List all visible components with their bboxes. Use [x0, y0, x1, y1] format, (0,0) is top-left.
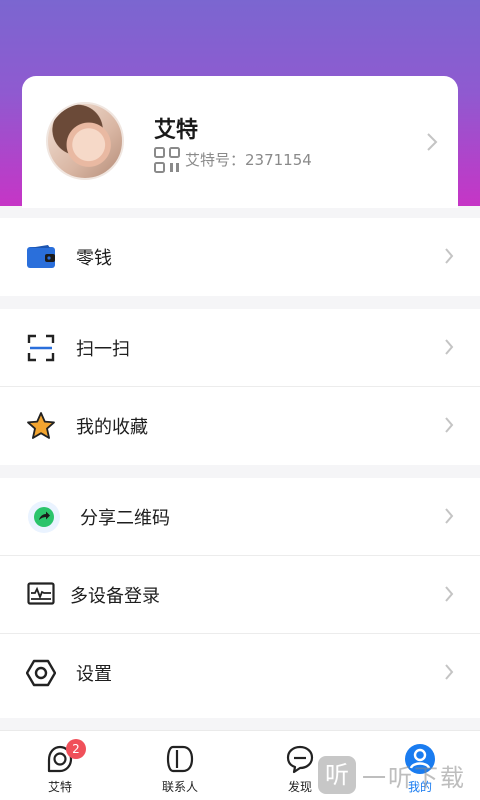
tools-section: 扫一扫 我的收藏 — [0, 309, 480, 465]
tab-aite[interactable]: 艾特 2 — [20, 731, 100, 800]
chevron-right-icon — [445, 339, 454, 355]
monitor-icon — [26, 580, 56, 610]
chevron-right-icon — [445, 586, 454, 602]
share-icon — [28, 500, 60, 533]
menu-label-multi-device: 多设备登录 — [70, 585, 160, 607]
watermark-text: 一听下载 — [362, 763, 466, 792]
menu-label-wallet: 零钱 — [76, 248, 112, 269]
menu-item-share-qr[interactable]: 分享二维码 — [0, 478, 480, 556]
chevron-right-icon — [445, 417, 454, 433]
star-icon — [26, 411, 56, 441]
menu-label-favorites: 我的收藏 — [76, 417, 148, 438]
menu-label-share-qr: 分享二维码 — [80, 507, 170, 529]
menu-item-multi-device[interactable]: 多设备登录 — [0, 556, 480, 634]
tab-contacts[interactable]: 联系人 — [140, 731, 220, 800]
menu-label-settings: 设置 — [76, 664, 112, 685]
settings-section: 分享二维码 多设备登录 设置 — [0, 478, 480, 718]
watermark-logo: 听 — [318, 756, 356, 794]
tab-label: 艾特 — [47, 780, 72, 794]
profile-card[interactable]: 艾特 艾特号：2371154 — [22, 76, 458, 208]
wallet-section: 零钱 — [0, 218, 480, 296]
profile-id: 艾特号：2371154 — [185, 151, 312, 169]
qr-code-icon[interactable] — [153, 146, 181, 174]
contacts-tab-icon — [164, 743, 196, 775]
menu-item-wallet[interactable]: 零钱 — [0, 218, 480, 296]
menu-item-settings[interactable]: 设置 — [0, 634, 480, 712]
scan-icon — [26, 333, 56, 363]
profile-name: 艾特 — [154, 118, 199, 143]
menu-item-favorites[interactable]: 我的收藏 — [0, 387, 480, 465]
unread-badge: 2 — [66, 739, 86, 759]
menu-item-scan[interactable]: 扫一扫 — [0, 309, 480, 387]
chevron-right-icon — [445, 664, 454, 680]
tab-label: 联系人 — [161, 780, 198, 794]
menu-label-scan: 扫一扫 — [76, 338, 130, 360]
chevron-right-icon — [427, 133, 438, 151]
discover-tab-icon — [284, 743, 316, 775]
watermark: 听 一听下载 — [318, 750, 480, 800]
chevron-right-icon — [445, 248, 454, 264]
wallet-icon — [26, 242, 56, 272]
tab-label: 发现 — [287, 780, 312, 794]
avatar[interactable] — [46, 102, 124, 180]
hexagon-gear-icon — [26, 658, 56, 688]
chevron-right-icon — [445, 508, 454, 524]
